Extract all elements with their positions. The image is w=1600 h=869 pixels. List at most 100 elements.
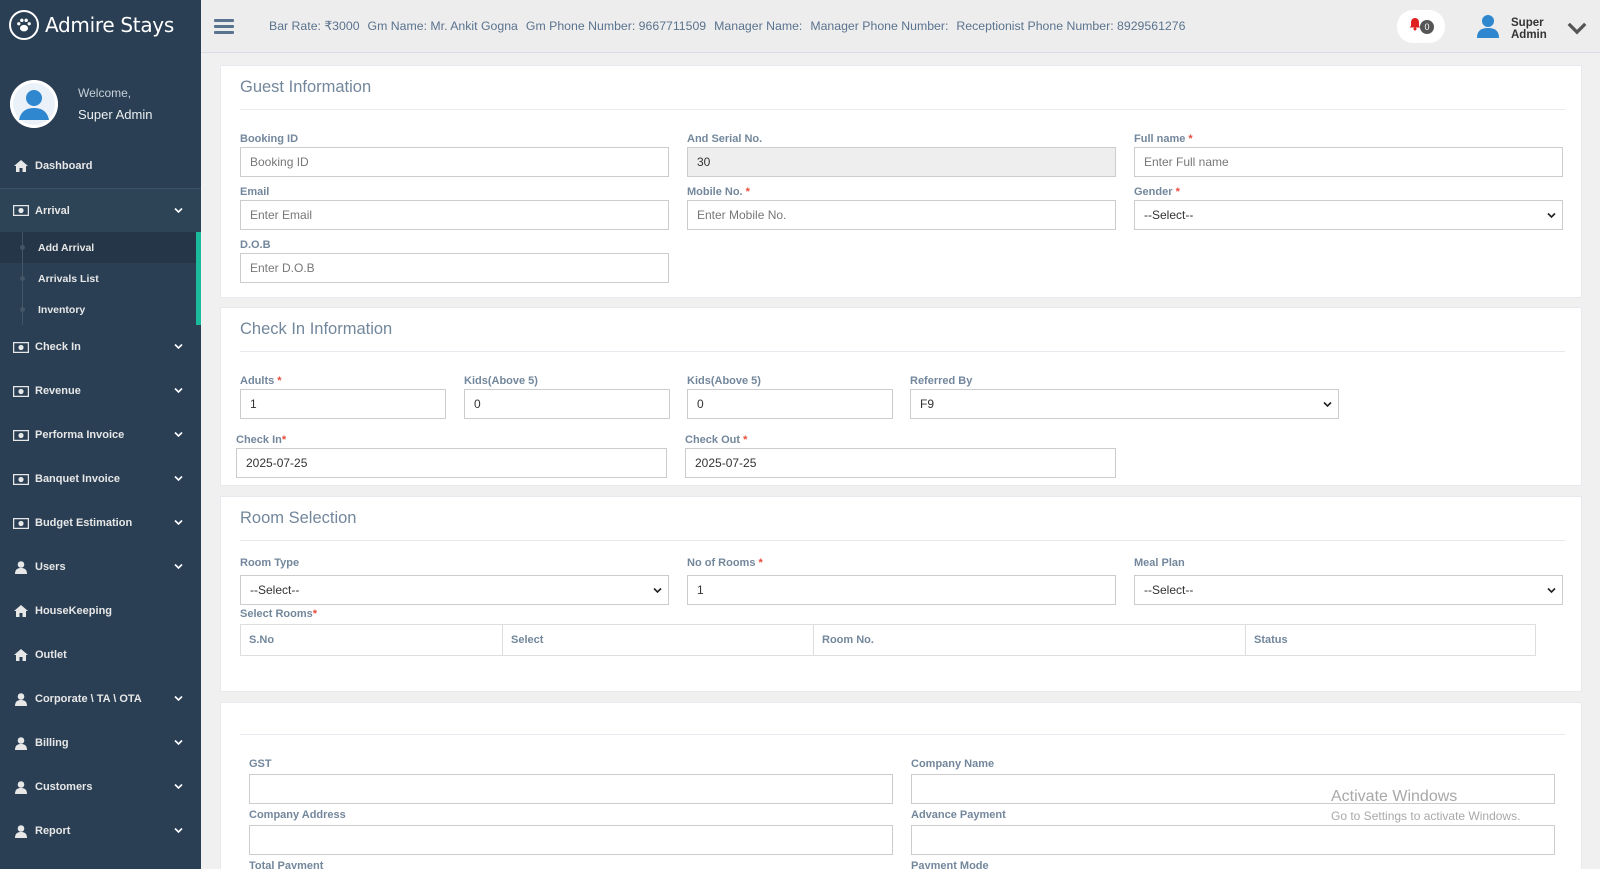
booking-id-input[interactable]: Booking ID [240,147,669,177]
chevron-down-icon [174,386,183,397]
menu-performa-invoice-label: Performa Invoice [35,429,125,441]
kids-input[interactable]: 0 [464,389,670,419]
user-icon [12,780,30,794]
gender-label: Gender * [1134,186,1180,198]
menu-dashboard-label: Dashboard [35,160,93,172]
booking-id-label: Booking ID [240,133,299,145]
payment-mode-label: Payment Mode [911,860,989,869]
mobile-label: Mobile No. * [687,186,750,198]
company-address-input[interactable] [249,825,893,855]
notification-count: 0 [1420,19,1434,34]
table-header-status: Status [1254,634,1288,646]
menu-report[interactable]: Report [0,809,201,853]
meal-plan-select[interactable]: --Select-- [1134,575,1563,605]
advance-payment-label: Advance Payment [911,809,1006,821]
menu-outlet[interactable]: Outlet [0,633,201,677]
gst-input[interactable] [249,774,893,804]
menu-corporate-label: Corporate \ TA \ OTA [35,693,142,705]
kids-input-2[interactable]: 0 [687,389,893,419]
divider [240,540,1565,541]
dob-input[interactable]: Enter D.O.B [240,253,669,283]
divider [240,109,1565,110]
email-input[interactable]: Enter Email [240,200,669,230]
chevron-down-icon [174,342,183,353]
serial-no-input[interactable]: 30 [687,147,1116,177]
home-icon [12,649,30,661]
brand[interactable]: Admire Stays [0,0,201,50]
user-icon [1477,14,1511,43]
rooms-table-header: S.No Select Room No. Status [240,624,1536,656]
menu-performa-invoice[interactable]: Performa Invoice [0,413,201,457]
hamburger-menu-icon[interactable] [214,16,234,37]
money-icon [12,205,30,216]
menu-budget-estimation-label: Budget Estimation [35,517,133,529]
submenu-add-arrival[interactable]: Add Arrival [0,232,196,263]
no-of-rooms-input[interactable]: 1 [687,575,1116,605]
chevron-down-icon [1547,212,1556,219]
chevron-down-icon [174,782,183,793]
submenu-arrivals-list[interactable]: Arrivals List [0,263,196,294]
menu-banquet-invoice[interactable]: Banquet Invoice [0,457,201,501]
home-icon [12,605,30,617]
company-address-label: Company Address [249,809,346,821]
menu-budget-estimation[interactable]: Budget Estimation [0,501,201,545]
user-dropdown[interactable]: Super Admin [1477,14,1600,43]
check-out-date-input[interactable]: 2025-07-25 [685,448,1116,478]
chevron-down-icon [174,694,183,705]
menu-customers[interactable]: Customers [0,765,201,809]
guest-information-panel: Guest Information Booking ID Booking ID … [220,65,1582,298]
avatar [10,80,58,128]
full-name-input[interactable]: Enter Full name [1134,147,1563,177]
chevron-down-icon [174,205,183,216]
check-in-information-panel: Check In Information Adults * 1 Kids(Abo… [220,307,1582,486]
no-of-rooms-label: No of Rooms * [687,557,763,569]
chevron-down-icon [174,518,183,529]
watermark-subtitle: Go to Settings to activate Windows. [1331,809,1521,823]
check-out-label: Check Out * [685,434,748,446]
adults-input[interactable]: 1 [240,389,446,419]
check-in-date-input[interactable]: 2025-07-25 [236,448,667,478]
activate-windows-watermark: Activate Windows Go to Settings to activ… [1331,788,1520,823]
gender-select[interactable]: --Select-- [1134,200,1563,230]
notifications-button[interactable]: 0 [1397,10,1445,43]
room-type-select[interactable]: --Select-- [240,575,669,605]
referred-by-select[interactable]: F9 [910,389,1339,419]
menu-dashboard[interactable]: Dashboard [0,144,201,188]
chevron-down-icon [1547,587,1556,594]
chevron-down-icon [1566,16,1600,42]
room-type-label: Room Type [240,557,300,569]
mobile-input[interactable]: Enter Mobile No. [687,200,1116,230]
menu-billing-label: Billing [35,737,69,749]
menu-customers-label: Customers [35,781,93,793]
bar-rate: Bar Rate: ₹3000 [269,19,360,33]
advance-payment-input[interactable] [911,825,1555,855]
menu-revenue[interactable]: Revenue [0,369,201,413]
user-icon [12,692,30,706]
welcome-label: Welcome, [78,86,132,100]
kids-label-2: Kids(Above 5) [687,375,761,387]
menu-users[interactable]: Users [0,545,201,589]
menu-report-label: Report [35,825,71,837]
select-rooms-label: Select Rooms* [240,608,318,620]
menu-housekeeping[interactable]: HouseKeeping [0,589,201,633]
referred-by-label: Referred By [910,375,973,387]
total-payment-label: Total Payment [249,860,324,869]
menu-check-in[interactable]: Check In [0,325,201,369]
top-bar: Bar Rate: ₹3000 Gm Name: Mr. Ankit Gogna… [201,0,1600,53]
menu-corporate[interactable]: Corporate \ TA \ OTA [0,677,201,721]
user-icon [12,736,30,750]
chevron-down-icon [174,430,183,441]
email-label: Email [240,186,270,198]
menu-arrival[interactable]: Arrival [0,188,201,232]
chevron-down-icon [1323,401,1332,408]
menu-housekeeping-label: HouseKeeping [35,605,113,617]
gst-label: GST [249,758,272,770]
profile: Welcome, Super Admin [0,64,201,144]
menu-billing[interactable]: Billing [0,721,201,765]
paw-icon [9,10,39,40]
submenu-inventory[interactable]: Inventory [0,294,196,325]
referred-by-value: F9 [920,397,935,411]
menu-banquet-invoice-label: Banquet Invoice [35,473,120,485]
panel-title: Check In Information [240,320,393,338]
side-menu: Dashboard Arrival Add Arrival Arrivals L… [0,144,201,853]
